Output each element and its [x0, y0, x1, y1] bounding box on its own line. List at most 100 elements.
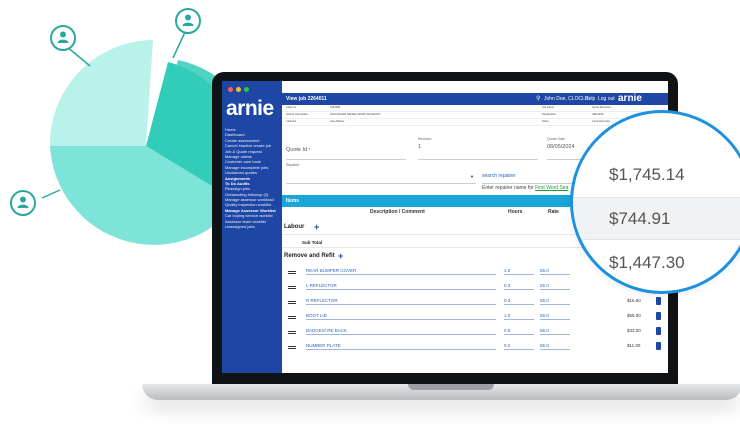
- sidebar-nav: Home Dashboard Create assessment Cancel Ina…: [225, 127, 281, 229]
- item-amount: $16.50: [627, 298, 641, 303]
- add-remove-refit-button[interactable]: +: [338, 251, 343, 261]
- user-menu[interactable]: John Doe, CLOCLS: [544, 96, 588, 102]
- search-icon[interactable]: ⚲: [536, 95, 540, 102]
- magnifier-circle: $1,745.14 $744.91 $1,447.30: [570, 110, 740, 294]
- maximize-dot[interactable]: [244, 87, 249, 92]
- item-hours-input[interactable]: 0.3: [504, 298, 534, 305]
- sidebar-item[interactable]: Unassigned jobs: [225, 224, 281, 229]
- info-value: Jane Barlow: [330, 120, 345, 123]
- item-rate-input[interactable]: 55.0: [540, 343, 570, 350]
- remove-refit-label: Remove and Refit: [284, 253, 335, 259]
- item-row: NUMBER PLATE 0.2 55.0 $11.00: [282, 341, 668, 355]
- revision-value: 1: [418, 144, 422, 150]
- magnifier-separator-2: [573, 239, 740, 240]
- labour-label: Labour: [284, 224, 305, 230]
- item-description-input[interactable]: BOOT LID: [306, 313, 496, 320]
- item-hours-input[interactable]: 1.0: [504, 268, 534, 275]
- item-rate-input[interactable]: 55.0: [540, 328, 570, 335]
- drag-handle-icon[interactable]: [288, 286, 296, 287]
- help-link[interactable]: Help: [585, 96, 595, 102]
- amount-3: $1,447.30: [609, 253, 685, 272]
- info-label: Claimant: [286, 120, 297, 123]
- top-bar: View job 2264011 ⚲ John Doe, CLOCLS Help…: [282, 93, 668, 105]
- marker-line-top: [172, 29, 187, 59]
- amount-2: $744.91: [609, 209, 671, 228]
- drag-handle-icon[interactable]: [288, 301, 296, 302]
- item-hours-input[interactable]: 1.0: [504, 313, 534, 320]
- info-value: Comprehensive: [592, 120, 611, 123]
- header-logo: arnie: [618, 93, 642, 104]
- user-icon: [17, 196, 29, 208]
- close-dot[interactable]: [228, 87, 233, 92]
- sidebar-item[interactable]: Quality inspection worklist: [225, 202, 281, 207]
- info-row: Claim no. 1951098 Job status Quote Received: [282, 105, 668, 112]
- amount-1: $1,745.14: [609, 165, 685, 184]
- info-label: Job status: [542, 106, 554, 109]
- item-rate-input[interactable]: 55.0: [540, 268, 570, 275]
- logout-link[interactable]: Log out: [598, 96, 615, 102]
- item-row: BADGES/ RE BACK 0.6 55.0 $33.00: [282, 326, 668, 340]
- user-marker-top: [175, 8, 201, 34]
- info-label: Policy: [542, 120, 549, 123]
- user-icon: [57, 31, 69, 43]
- required-mark: *: [307, 147, 311, 152]
- user-marker-left: [50, 25, 76, 51]
- add-labour-button[interactable]: +: [314, 222, 319, 232]
- item-amount: $11.00: [627, 343, 641, 348]
- user-marker-bottom: [10, 190, 36, 216]
- item-row: L REFLECTOR 0.3 55.0: [282, 281, 668, 295]
- minimize-dot[interactable]: [236, 87, 241, 92]
- items-title: Items: [286, 198, 300, 204]
- info-value: 1951098: [330, 106, 341, 109]
- subtotal-label: Sub Total: [302, 240, 323, 245]
- item-rate-input[interactable]: 55.0: [540, 313, 570, 320]
- item-description-input[interactable]: R REFLECTOR: [306, 298, 496, 305]
- item-description-input[interactable]: NUMBER PLATE: [306, 343, 496, 350]
- item-hours-input[interactable]: 0.6: [504, 328, 534, 335]
- hint-text: Enter repairer name for: [482, 185, 534, 191]
- drag-handle-icon[interactable]: [288, 346, 296, 347]
- item-amount: $33.00: [627, 328, 641, 333]
- item-description-input[interactable]: REAR BUMPER COVER: [306, 268, 496, 275]
- drag-handle-icon[interactable]: [288, 316, 296, 317]
- chevron-down-icon[interactable]: ▼: [470, 174, 474, 179]
- item-rate-input[interactable]: 55.0: [540, 298, 570, 305]
- item-description-input[interactable]: BADGES/ RE BACK: [306, 328, 496, 335]
- repairer-field[interactable]: Repairer ▼: [286, 163, 476, 184]
- info-value: ABC123D: [592, 113, 604, 116]
- laptop-notch: [408, 384, 494, 390]
- quote-id-label: Quote Id: [286, 147, 308, 153]
- item-hours-input[interactable]: 0.2: [504, 343, 534, 350]
- item-row: R REFLECTOR 0.3 55.0 $16.50: [282, 296, 668, 310]
- col-rate: Rate: [548, 209, 559, 215]
- window-controls: [228, 87, 249, 92]
- pie-slice-teal-light: [49, 40, 153, 146]
- hint-link[interactable]: First Word Sea: [535, 185, 568, 191]
- sidebar-item[interactable]: Unclaimed quotes: [225, 170, 281, 175]
- repairer-label: Repairer: [286, 163, 300, 167]
- search-repairer-input[interactable]: search repairer: [482, 173, 516, 179]
- item-row: BOOT LID 1.0 55.0 $55.00: [282, 311, 668, 325]
- info-value: Quote Received: [592, 106, 611, 109]
- drag-handle-icon[interactable]: [288, 331, 296, 332]
- quote-id-field[interactable]: Quote Id *: [286, 147, 406, 160]
- item-hours-input[interactable]: 0.3: [504, 283, 534, 290]
- trash-icon[interactable]: [656, 327, 661, 335]
- trash-icon[interactable]: [656, 342, 661, 350]
- revision-label: Revision: [418, 137, 432, 141]
- trash-icon[interactable]: [656, 297, 661, 305]
- info-value: 2015 NISSAN NAVARA NP300 4D WAGON: [330, 113, 381, 116]
- item-rate-input[interactable]: 55.0: [540, 283, 570, 290]
- info-label: Registration: [542, 113, 556, 116]
- marker-line-bottom: [41, 189, 61, 199]
- item-description-input[interactable]: L REFLECTOR: [306, 283, 496, 290]
- magnifier-separator-1: [573, 197, 740, 198]
- info-label: Claim no.: [286, 106, 297, 109]
- info-row: Vehicle Description 2015 NISSAN NAVARA NP…: [282, 112, 668, 119]
- drag-handle-icon[interactable]: [288, 271, 296, 272]
- revision-field[interactable]: Revision 1: [418, 137, 538, 160]
- info-label: Vehicle Description: [286, 113, 309, 116]
- col-hours: Hours: [508, 209, 523, 215]
- search-repairer-field[interactable]: search repairer: [482, 173, 572, 184]
- trash-icon[interactable]: [656, 312, 661, 320]
